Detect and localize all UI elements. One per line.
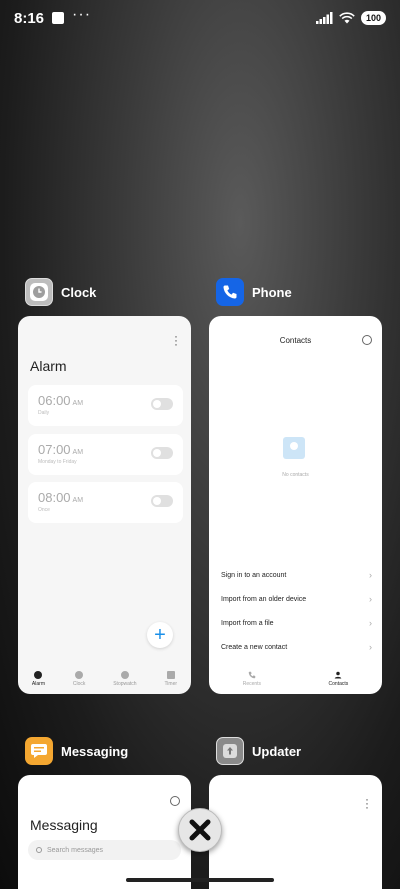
chevron-right-icon: › <box>369 570 372 580</box>
option-import-older-device[interactable]: Import from an older device › <box>221 594 372 604</box>
notification-icon <box>52 12 65 24</box>
option-sign-in[interactable]: Sign in to an account › <box>221 570 372 580</box>
home-indicator[interactable] <box>126 878 274 882</box>
alarm-item[interactable]: 06:00 AM Daily <box>28 385 183 426</box>
updater-app-icon[interactable] <box>216 737 244 765</box>
contact-placeholder-icon <box>283 437 305 459</box>
option-import-file[interactable]: Import from a file › <box>221 618 372 628</box>
app-label-updater: Updater <box>252 743 302 759</box>
chevron-right-icon: › <box>369 594 372 604</box>
tab-clock[interactable]: Clock <box>73 671 85 687</box>
app-header-phone[interactable]: Phone <box>216 278 292 306</box>
search-icon <box>36 847 42 853</box>
alarm-repeat: Monday to Friday <box>38 459 77 465</box>
tab-recents[interactable]: Recents <box>243 671 261 687</box>
phone-app-card[interactable]: Contacts No contacts Sign in to an accou… <box>209 316 382 694</box>
clock-icon <box>75 671 84 679</box>
close-icon <box>189 819 211 841</box>
status-bar: 8:16 ··· 100 <box>0 0 400 36</box>
tab-stopwatch[interactable]: Stopwatch <box>113 671 137 687</box>
alarm-toggle[interactable] <box>151 447 173 459</box>
alarm-toggle[interactable] <box>151 398 173 410</box>
app-header-clock[interactable]: Clock <box>25 278 96 306</box>
phone-tab-bar: Recents Contacts <box>209 664 382 694</box>
search-messages-input[interactable]: Search messages <box>28 840 181 860</box>
alarm-icon <box>34 671 43 679</box>
app-header-messaging[interactable]: Messaging <box>25 737 128 765</box>
more-options-icon[interactable]: · · · <box>365 793 369 813</box>
chevron-right-icon: › <box>369 642 372 652</box>
person-icon <box>335 671 342 679</box>
alarm-title: Alarm <box>30 358 67 374</box>
app-header-updater[interactable]: Updater <box>216 737 301 765</box>
alarm-repeat: Once <box>38 507 50 513</box>
add-alarm-button[interactable]: + <box>147 622 173 648</box>
option-create-contact[interactable]: Create a new contact › <box>221 642 372 652</box>
no-contacts-text: No contacts <box>282 472 309 478</box>
battery-indicator: 100 <box>360 11 386 25</box>
timer-icon <box>166 671 175 679</box>
alarm-item[interactable]: 08:00 AM Once <box>28 482 183 523</box>
tab-timer[interactable]: Timer <box>164 671 177 687</box>
clock-app-icon[interactable] <box>25 278 53 306</box>
status-time: 8:16 <box>14 9 45 27</box>
alarm-toggle[interactable] <box>151 495 173 507</box>
more-notifications-icon: ··· <box>72 6 92 23</box>
tab-contacts[interactable]: Contacts <box>329 671 348 687</box>
signal-icon <box>315 12 333 24</box>
alarm-item[interactable]: 07:00 AM Monday to Friday <box>28 434 183 475</box>
settings-gear-icon[interactable] <box>362 335 372 345</box>
phone-icon <box>248 671 256 679</box>
wifi-icon <box>339 12 355 24</box>
app-label-messaging: Messaging <box>61 743 129 759</box>
tab-alarm[interactable]: Alarm <box>32 671 45 687</box>
close-all-button[interactable] <box>178 808 222 852</box>
contacts-title: Contacts <box>279 336 312 345</box>
alarm-repeat: Daily <box>38 410 50 416</box>
chevron-right-icon: › <box>369 618 372 628</box>
messaging-app-card[interactable]: Messaging Search messages <box>18 775 191 889</box>
phone-app-icon[interactable] <box>216 278 244 306</box>
clock-app-card[interactable]: · · · Alarm 06:00 AM Daily 07:00 AM Monday t… <box>18 316 191 694</box>
messaging-app-icon[interactable] <box>25 737 53 765</box>
clock-tab-bar: Alarm Clock Stopwatch Timer <box>18 664 191 694</box>
stopwatch-icon <box>120 671 129 679</box>
app-label-phone: Phone <box>252 284 292 300</box>
settings-gear-icon[interactable] <box>170 796 180 806</box>
app-label-clock: Clock <box>61 284 97 300</box>
more-options-icon[interactable]: · · · <box>174 330 178 350</box>
messaging-title: Messaging <box>30 817 98 833</box>
updater-app-card[interactable]: · · · <box>209 775 382 889</box>
